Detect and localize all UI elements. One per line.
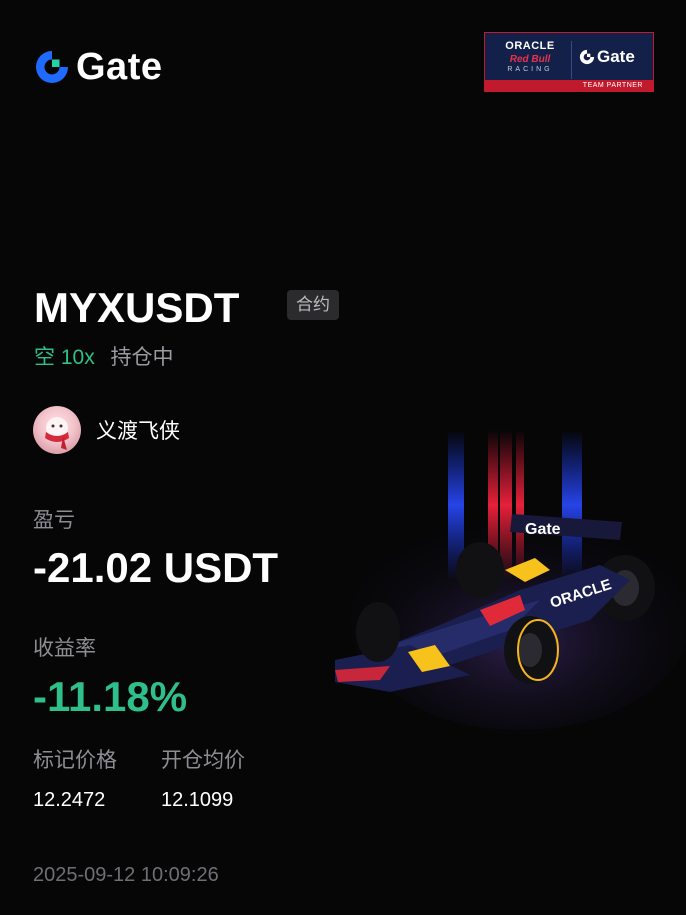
user-name: 义渡飞侠 <box>96 420 180 443</box>
gate-logo-icon <box>579 49 595 65</box>
trading-pair-symbol: MYXUSDT <box>34 284 240 331</box>
oracle-text: ORACLE <box>505 40 555 52</box>
position-side: 空 <box>34 346 55 369</box>
race-car-illustration: Gate ORACLE <box>330 430 686 730</box>
red-bull-text: Red Bull <box>509 54 551 65</box>
roi-label: 收益率 <box>33 637 96 660</box>
brand-name: Gate <box>76 46 163 88</box>
leverage-value: 10x <box>60 346 95 369</box>
mark-price-value: 12.2472 <box>33 789 106 811</box>
pnl-label: 盈亏 <box>33 509 75 532</box>
contract-type-tag: 合约 <box>287 290 339 320</box>
roi-value: -11.18% <box>33 673 188 720</box>
entry-price-label: 开仓均价 <box>161 749 245 772</box>
user-avatar <box>33 406 81 454</box>
position-status: 持仓中 <box>110 346 174 369</box>
badge-gate-text: Gate <box>597 47 635 66</box>
badge-gate-logo: Gate <box>579 47 635 67</box>
team-partner-badge: ORACLE Red Bull RACING Gate TEAM PARTNER <box>484 32 654 92</box>
entry-price-value: 12.1099 <box>161 789 234 811</box>
team-partner-label: TEAM PARTNER <box>485 80 653 91</box>
position-side-line: 空 10x 持仓中 <box>34 344 174 372</box>
car-livery-text: Gate <box>525 521 561 538</box>
gate-logo: Gate <box>34 46 162 88</box>
gate-logo-icon <box>36 51 68 83</box>
racing-text: RACING <box>507 66 553 73</box>
mark-price-label: 标记价格 <box>33 749 117 772</box>
timestamp: 2025-09-12 10:09:26 <box>33 864 219 886</box>
badge-divider <box>571 41 572 79</box>
pnl-value: -21.02 USDT <box>33 544 279 591</box>
